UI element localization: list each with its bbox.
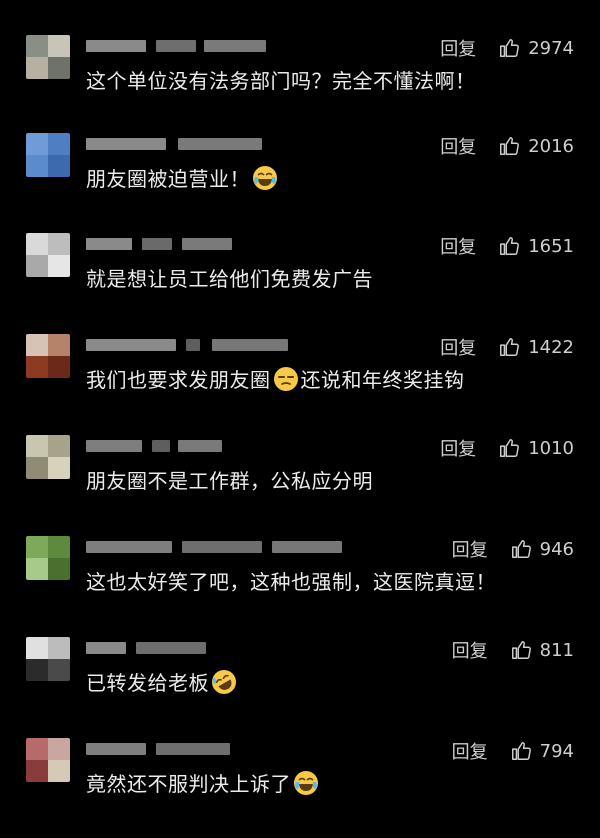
avatar[interactable]	[26, 35, 70, 79]
like-count: 794	[539, 740, 574, 762]
thumbs-up-icon[interactable]	[498, 37, 520, 59]
comment-meta: 回复 2974	[440, 35, 574, 61]
reply-button[interactable]: 回复	[440, 133, 476, 159]
comment-item: 回复 2016 朋友圈被迫营业！	[0, 133, 600, 233]
comment-text: 就是想让员工给他们免费发广告	[86, 267, 373, 291]
comment-text: 竟然还不服判决上诉了	[86, 768, 321, 797]
like-count: 946	[539, 538, 574, 560]
reply-button[interactable]: 回复	[452, 637, 488, 663]
comment-text: 这个单位没有法务部门吗？完全不懂法啊！	[86, 69, 476, 93]
reply-button[interactable]: 回复	[440, 233, 476, 259]
reply-button[interactable]: 回复	[452, 738, 488, 764]
like-count: 811	[539, 639, 574, 661]
like-count: 2016	[528, 135, 574, 157]
thumbs-up-icon[interactable]	[498, 235, 520, 257]
comment-item: 回复 811 已转发给老板	[0, 637, 600, 737]
username-blurred[interactable]	[86, 235, 266, 253]
username-blurred[interactable]	[86, 740, 266, 758]
comment-item: 回复 1651 就是想让员工给他们免费发广告	[0, 233, 600, 333]
like-count: 1651	[528, 235, 574, 257]
comment-text: 朋友圈被迫营业！	[86, 163, 280, 192]
like-count: 2974	[528, 37, 574, 59]
thumbs-up-icon[interactable]	[498, 437, 520, 459]
comment-meta: 回复 794	[452, 738, 574, 764]
thumbs-up-icon[interactable]	[510, 639, 532, 661]
avatar[interactable]	[26, 133, 70, 177]
comment-item: 回复 794 竟然还不服判决上诉了	[0, 738, 600, 838]
comment-meta: 回复 1422	[440, 334, 574, 360]
thumbs-up-icon[interactable]	[498, 336, 520, 358]
username-blurred[interactable]	[86, 37, 266, 55]
rolling-laughing-emoji	[211, 669, 237, 695]
comment-meta: 回复 1010	[440, 435, 574, 461]
thumbs-up-icon[interactable]	[510, 740, 532, 762]
reply-button[interactable]: 回复	[452, 536, 488, 562]
comment-item: 回复 1010 朋友圈不是工作群，公私应分明	[0, 435, 600, 535]
comment-meta: 回复 2016	[440, 133, 574, 159]
comment-meta: 回复 946	[452, 536, 574, 562]
comment-item: 回复 2974 这个单位没有法务部门吗？完全不懂法啊！	[0, 35, 600, 135]
comment-meta: 回复 811	[452, 637, 574, 663]
reply-button[interactable]: 回复	[440, 435, 476, 461]
tears-of-joy-emoji	[293, 770, 319, 796]
like-count: 1422	[528, 336, 574, 358]
thumbs-up-icon[interactable]	[510, 538, 532, 560]
tears-of-joy-emoji	[252, 165, 278, 191]
like-count: 1010	[528, 437, 574, 459]
comment-text: 我们也要求发朋友圈 还说和年终奖挂钩	[86, 366, 465, 392]
comment-text: 这也太好笑了吧，这种也强制，这医院真逗！	[86, 570, 496, 594]
unamused-emoji	[273, 366, 299, 392]
reply-button[interactable]: 回复	[440, 35, 476, 61]
avatar[interactable]	[26, 536, 70, 580]
comment-text: 朋友圈不是工作群，公私应分明	[86, 469, 373, 493]
avatar[interactable]	[26, 233, 70, 277]
username-blurred[interactable]	[86, 135, 266, 153]
avatar[interactable]	[26, 738, 70, 782]
reply-button[interactable]: 回复	[440, 334, 476, 360]
username-blurred[interactable]	[86, 437, 266, 455]
comment-item: 回复 1422 我们也要求发朋友圈 还说和年终奖挂钩	[0, 334, 600, 434]
thumbs-up-icon[interactable]	[498, 135, 520, 157]
username-blurred[interactable]	[86, 538, 342, 556]
comment-item: 回复 946 这也太好笑了吧，这种也强制，这医院真逗！	[0, 536, 600, 636]
avatar[interactable]	[26, 435, 70, 479]
username-blurred[interactable]	[86, 639, 266, 657]
comment-meta: 回复 1651	[440, 233, 574, 259]
comment-list: 回复 2974 这个单位没有法务部门吗？完全不懂法啊！ 回复 2016 朋友圈被…	[0, 0, 600, 838]
username-blurred[interactable]	[86, 336, 288, 354]
comment-text: 已转发给老板	[86, 667, 239, 696]
avatar[interactable]	[26, 334, 70, 378]
avatar[interactable]	[26, 637, 70, 681]
